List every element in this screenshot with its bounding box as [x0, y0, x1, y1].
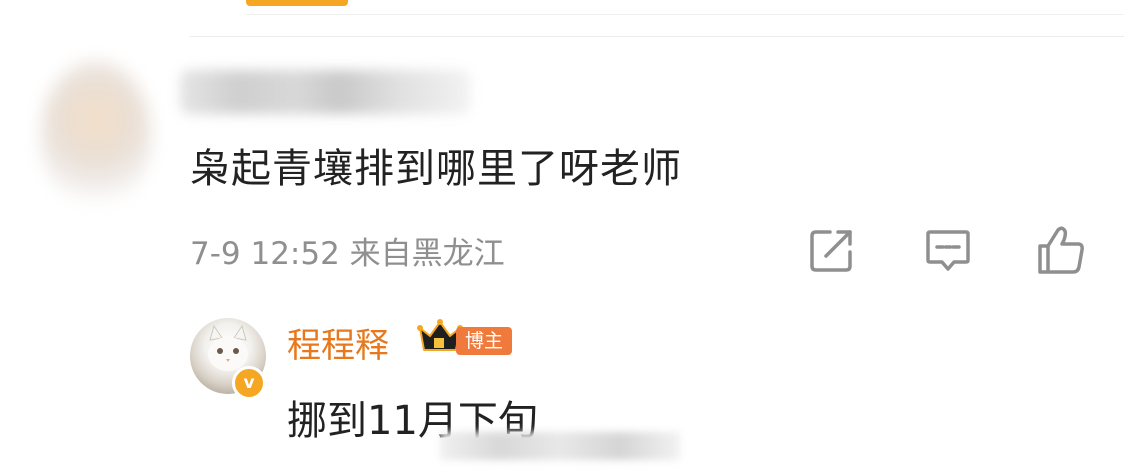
blogger-badge: 博主: [456, 327, 513, 355]
share-icon[interactable]: [804, 222, 860, 278]
reply-author-name[interactable]: 程程释: [287, 318, 389, 367]
divider-top: [246, 14, 1124, 15]
thumbs-up-icon[interactable]: [1032, 222, 1088, 278]
commenter-name-blurred[interactable]: [180, 70, 470, 114]
comment-text: 枭起青壤排到哪里了呀老师: [190, 146, 682, 192]
comment-icon[interactable]: [920, 222, 976, 278]
watermark-blurred: [440, 432, 680, 460]
comment-meta: 7-9 12:52 来自黑龙江: [190, 236, 505, 272]
verified-badge-icon: v: [232, 366, 266, 400]
commenter-avatar-blurred[interactable]: [40, 60, 152, 210]
divider: [190, 36, 1124, 37]
top-accent-bar: [246, 0, 348, 6]
